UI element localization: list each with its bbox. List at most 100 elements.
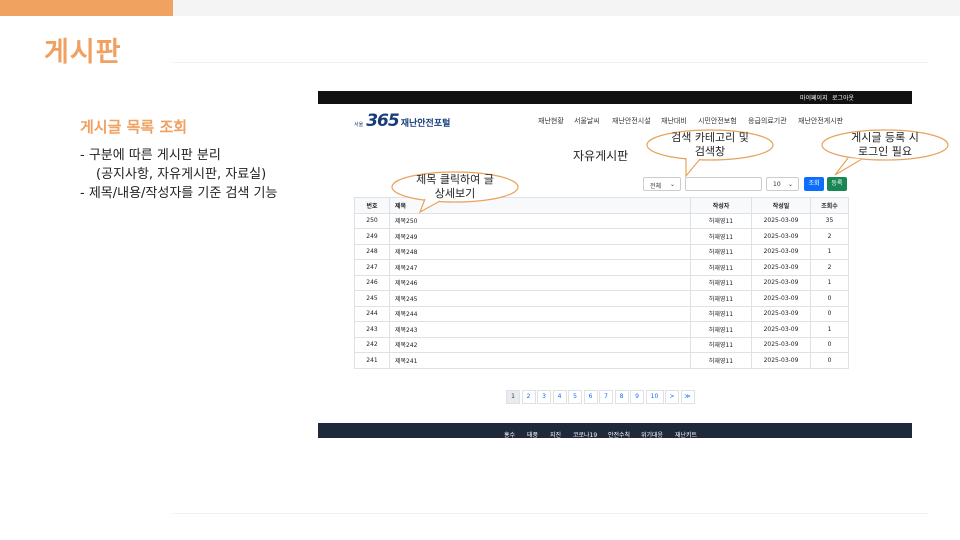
table-row: 244 제목244 허재영11 2025-03-09 0 (354, 305, 849, 322)
post-number: 243 (354, 321, 390, 338)
divider-line (173, 513, 928, 514)
footer-link[interactable]: 코로나19 (573, 430, 597, 438)
post-title-link[interactable]: 제목246 (389, 274, 691, 291)
post-date: 2025-03-09 (751, 305, 811, 322)
post-number: 242 (354, 336, 390, 353)
post-author: 허재영11 (690, 274, 752, 291)
post-views: 35 (810, 212, 849, 229)
nav-item[interactable]: 시민안전보험 (698, 116, 737, 126)
page-button[interactable]: 8 (614, 390, 629, 404)
post-number: 241 (354, 352, 390, 369)
post-title-link[interactable]: 제목248 (389, 243, 691, 260)
post-number: 244 (354, 305, 390, 322)
page-button[interactable]: 3 (537, 390, 551, 404)
page-button[interactable]: 10 (645, 390, 664, 404)
last-page-button[interactable]: ≫ (680, 390, 695, 404)
top-accent-bar (0, 0, 173, 16)
post-views: 0 (810, 290, 849, 307)
post-date: 2025-03-09 (751, 259, 811, 276)
top-bar: 마이페이지 로그아웃 (318, 91, 912, 104)
table-row: 246 제목246 허재영11 2025-03-09 1 (354, 274, 849, 291)
nav-item[interactable]: 서울날씨 (574, 116, 600, 126)
footer: 홍수 태풍 지진 코로나19 안전수칙 위기대응 재난키트 (318, 423, 912, 438)
callout-search-text: 검색 카테고리 및 검색창 (671, 131, 749, 158)
post-views: 1 (810, 321, 849, 338)
footer-link[interactable]: 안전수칙 (608, 430, 630, 438)
post-title-link[interactable]: 제목245 (389, 290, 691, 307)
table-row: 241 제목241 허재영11 2025-03-09 0 (354, 352, 849, 369)
post-author: 허재영11 (690, 290, 752, 307)
search-input[interactable] (685, 177, 762, 191)
column-header-views: 조회수 (810, 197, 849, 214)
nav-item[interactable]: 재난안전시설 (612, 116, 651, 126)
page-button[interactable]: 7 (599, 390, 613, 404)
pagination: 1 2 3 4 5 6 7 8 9 10 > ≫ (506, 390, 696, 404)
page-button[interactable]: 6 (583, 390, 598, 404)
table-row: 247 제목247 허재영11 2025-03-09 2 (354, 259, 849, 276)
category-select[interactable]: 전체 ⌄ (643, 177, 681, 191)
callout-register-text: 게시글 등록 시 로그인 필요 (851, 131, 919, 158)
logo-text: 재난안전포털 (400, 119, 451, 129)
board-table: 번호 제목 작성자 작성일 조회수 250 제목250 허재영11 2025-03-0… (354, 197, 849, 369)
post-title-link[interactable]: 제목249 (389, 228, 691, 245)
footer-link[interactable]: 지진 (550, 430, 561, 438)
page-button[interactable]: 5 (568, 390, 582, 404)
post-title-link[interactable]: 제목243 (389, 321, 691, 338)
post-views: 0 (810, 305, 849, 322)
page-button[interactable]: 9 (630, 390, 644, 404)
post-number: 246 (354, 274, 390, 291)
divider-line (173, 62, 928, 63)
post-author: 허재영11 (690, 352, 752, 369)
post-author: 허재영11 (690, 212, 752, 229)
post-date: 2025-03-09 (751, 274, 811, 291)
post-number: 245 (354, 290, 390, 307)
top-rule-bar (173, 0, 960, 16)
bullet-list: - 구분에 따른 게시판 분리 (공지사항, 자유게시판, 자료실) - 제목/… (80, 146, 277, 203)
nav-item[interactable]: 재난현황 (538, 116, 564, 126)
post-date: 2025-03-09 (751, 243, 811, 260)
post-title-link[interactable]: 제목244 (389, 305, 691, 322)
logo-number: 365 (366, 111, 399, 131)
page-button[interactable]: 2 (521, 390, 536, 404)
site-logo[interactable]: 서울 365 재난안전포털 (354, 111, 450, 131)
column-header-date: 작성일 (751, 197, 811, 214)
bullet-item: - 구분에 따른 게시판 분리 (80, 148, 221, 163)
column-header-number: 번호 (354, 197, 390, 214)
page-size-value: 10 (773, 181, 781, 188)
footer-link[interactable]: 위기대응 (641, 430, 663, 438)
post-number: 248 (354, 243, 390, 260)
bullet-item: (공지사항, 자유게시판, 자료실) (96, 167, 267, 182)
footer-link[interactable]: 태풍 (527, 430, 538, 438)
category-select-value: 전체 (650, 183, 662, 190)
post-date: 2025-03-09 (751, 228, 811, 245)
bullet-item: - 제목/내용/작성자를 기준 검색 기능 (80, 186, 278, 201)
next-page-button[interactable]: > (665, 390, 679, 404)
post-title-link[interactable]: 제목241 (389, 352, 691, 369)
nav-item[interactable]: 재난안전게시판 (798, 116, 843, 126)
post-title-link[interactable]: 제목242 (389, 336, 691, 353)
footer-link[interactable]: 홍수 (504, 430, 515, 438)
page-button[interactable]: 4 (552, 390, 567, 404)
table-row: 250 제목250 허재영11 2025-03-09 35 (354, 212, 849, 229)
page-button[interactable]: 1 (506, 390, 520, 404)
post-author: 허재영11 (690, 259, 752, 276)
nav-item[interactable]: 응급의료기관 (748, 116, 787, 126)
post-date: 2025-03-09 (751, 321, 811, 338)
post-title-link[interactable]: 제목247 (389, 259, 691, 276)
table-row: 242 제목242 허재영11 2025-03-09 0 (354, 336, 849, 353)
post-number: 250 (354, 212, 390, 229)
nav-item[interactable]: 재난대비 (661, 116, 687, 126)
post-author: 허재영11 (690, 228, 752, 245)
footer-link[interactable]: 재난키트 (675, 430, 697, 438)
page-size-select[interactable]: 10 ⌄ (766, 177, 799, 191)
post-author: 허재영11 (690, 336, 752, 353)
mypage-link[interactable]: 마이페이지 (800, 93, 828, 102)
post-number: 249 (354, 228, 390, 245)
search-button[interactable]: 조회 (804, 177, 824, 191)
post-views: 2 (810, 259, 849, 276)
post-title-link[interactable]: 제목250 (389, 212, 691, 229)
register-button[interactable]: 등록 (827, 177, 847, 191)
section-title: 게시글 목록 조회 (80, 118, 188, 136)
column-header-author: 작성자 (690, 197, 752, 214)
logout-link[interactable]: 로그아웃 (832, 93, 854, 102)
